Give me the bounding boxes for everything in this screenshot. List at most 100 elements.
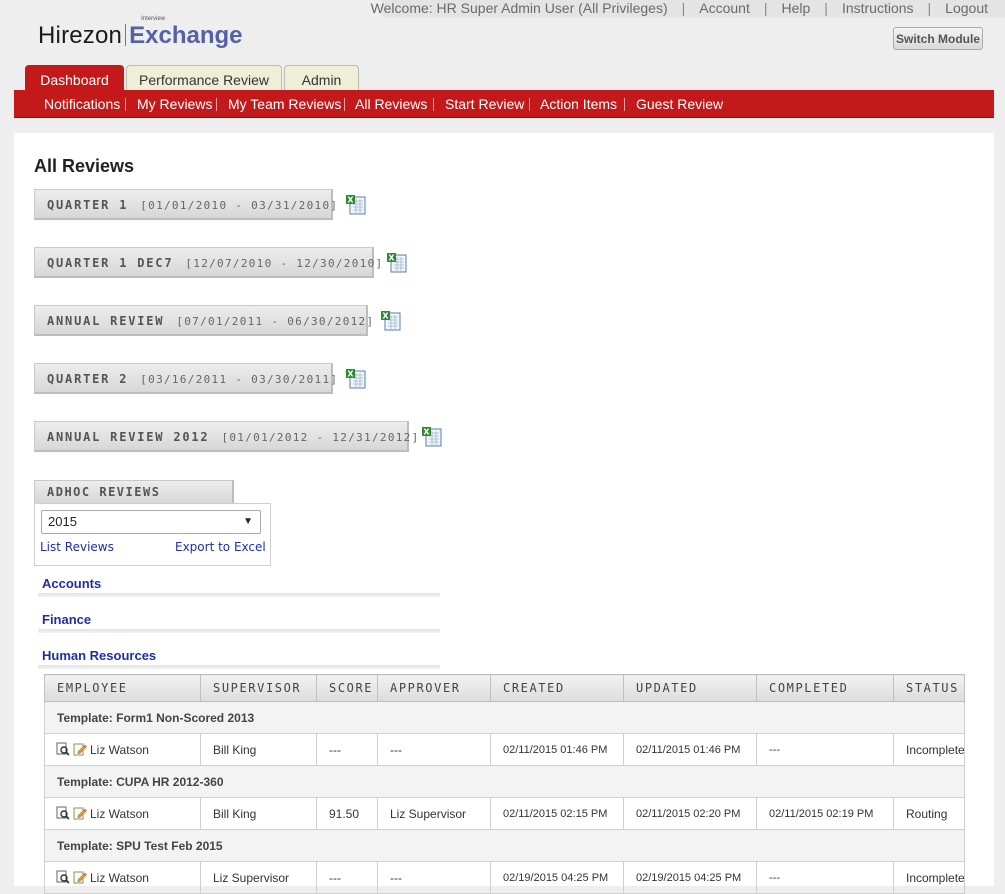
top-utility-bar: Welcome: HR Super Admin User (All Privil… [371,0,1005,18]
nav-my-team-reviews[interactable]: My Team Reviews [228,90,341,117]
review-period-quarter-2[interactable]: QUARTER 2 [03/16/2011 - 03/30/2011] [34,363,337,394]
department-divider [38,629,440,633]
edit-review-icon[interactable] [73,870,87,884]
supervisor-cell: Liz Supervisor [200,861,317,894]
score-cell: 91.50 [316,797,378,830]
period-dates: [01/01/2012 - 12/31/2012] [221,431,420,444]
logo-product-text: Exchange [129,22,243,49]
review-period-quarter-1[interactable]: QUARTER 1 [01/01/2010 - 03/31/2010] [34,189,337,220]
table-header-row: EMPLOYEE SUPERVISOR SCORE APPROVER CREAT… [44,674,965,702]
review-period-annual-review-2012[interactable]: ANNUAL REVIEW 2012 [01/01/2012 - 12/31/20… [34,421,418,452]
logo-superscript: Interview [141,16,166,22]
table-row: Liz Watson Liz Supervisor --- --- 02/19/… [44,861,965,894]
nav-my-reviews[interactable]: My Reviews [137,90,212,117]
template-group-row: Template: SPU Test Feb 2015 [44,829,965,862]
view-review-icon[interactable] [56,870,70,884]
col-status[interactable]: STATUS [893,674,965,702]
period-name: ANNUAL REVIEW [47,314,165,328]
col-completed[interactable]: COMPLETED [756,674,894,702]
period-dates: [07/01/2011 - 06/30/2012] [176,315,375,328]
col-employee[interactable]: EMPLOYEE [44,674,201,702]
edit-review-icon[interactable] [73,742,87,756]
period-dates: [01/01/2010 - 03/31/2010] [140,199,339,212]
help-link[interactable]: Help [782,0,811,17]
excel-export-icon[interactable]: X [345,194,367,215]
completed-cell: --- [756,733,894,766]
top-links: Welcome: HR Super Admin User (All Privil… [371,0,988,18]
svg-text:X: X [347,196,354,205]
svg-text:X: X [347,370,354,379]
nav-action-items[interactable]: Action Items [540,90,617,117]
status-cell: Routing [893,797,965,830]
separator: | [681,0,686,16]
supervisor-cell: Bill King [200,733,317,766]
updated-cell: 02/11/2015 01:46 PM [623,733,757,766]
review-period-annual-review[interactable]: ANNUAL REVIEW [07/01/2011 - 06/30/2012] [34,305,373,336]
separator: | [927,0,932,16]
welcome-text: Welcome: HR Super Admin User (All Privil… [370,0,668,16]
nav-all-reviews[interactable]: All Reviews [355,90,427,117]
nav-notifications[interactable]: Notifications [44,90,120,117]
tab-performance-review[interactable]: Performance Review [126,65,282,90]
created-cell: 02/11/2015 01:46 PM [490,733,624,766]
logo-brand: Hirezon [38,22,123,49]
approver-cell: --- [377,733,491,766]
completed-cell: 02/11/2015 02:19 PM [756,797,894,830]
score-cell: --- [316,733,378,766]
col-supervisor[interactable]: SUPERVISOR [200,674,317,702]
view-review-icon[interactable] [56,742,70,756]
col-approver[interactable]: APPROVER [377,674,491,702]
export-to-excel-link[interactable]: Export to Excel [175,540,266,554]
tab-admin[interactable]: Admin [284,65,359,90]
dropdown-arrow-icon: ▼ [243,516,253,527]
period-name: ANNUAL REVIEW 2012 [47,430,210,444]
excel-export-icon[interactable]: X [380,310,402,331]
department-finance[interactable]: Finance [42,612,91,627]
created-cell: 02/11/2015 02:15 PM [490,797,624,830]
excel-export-icon[interactable]: X [345,368,367,389]
app-logo: Hirezon Interview Exchange [38,16,243,50]
col-updated[interactable]: UPDATED [623,674,757,702]
edit-review-icon[interactable] [73,806,87,820]
period-dates: [12/07/2010 - 12/30/2010] [185,257,384,270]
tab-dashboard[interactable]: Dashboard [25,65,124,90]
logout-link[interactable]: Logout [945,0,988,17]
svg-text:X: X [382,312,389,321]
instructions-link[interactable]: Instructions [842,0,914,17]
logo-divider [125,24,127,46]
template-group-row: Template: CUPA HR 2012-360 [44,765,965,798]
department-human-resources[interactable]: Human Resources [42,648,156,663]
nav-guest-review[interactable]: Guest Review [636,90,723,117]
department-divider [38,665,440,669]
page-title: All Reviews [34,156,135,176]
employee-name[interactable]: Liz Watson [90,807,149,821]
sub-navigation: Notifications My Reviews My Team Reviews… [14,90,994,118]
employee-name[interactable]: Liz Watson [90,743,149,757]
view-review-icon[interactable] [56,806,70,820]
review-period-quarter-1-dec7[interactable]: QUARTER 1 DEC7 [12/07/2010 - 12/30/2010] [34,247,382,278]
svg-text:X: X [423,428,430,437]
excel-export-icon[interactable]: X [386,252,408,273]
template-name: Template: CUPA HR 2012-360 [44,765,965,798]
adhoc-reviews-tab: ADHOC REVIEWS [34,480,234,503]
col-created[interactable]: CREATED [490,674,624,702]
completed-cell: --- [756,861,894,894]
period-name: QUARTER 2 [47,372,129,386]
period-name: QUARTER 1 [47,198,129,212]
year-select[interactable]: 2015 ▼ [41,510,261,534]
adhoc-reviews-box: 2015 ▼ List Reviews Export to Excel [34,503,271,566]
switch-module-button[interactable]: Switch Module [893,27,983,50]
approver-cell: Liz Supervisor [377,797,491,830]
employee-cell: Liz Watson [44,861,201,894]
table-row: Liz Watson Bill King 91.50 Liz Superviso… [44,797,965,830]
score-cell: --- [316,861,378,894]
employee-name[interactable]: Liz Watson [90,871,149,885]
col-score[interactable]: SCORE [316,674,378,702]
excel-export-icon[interactable]: X [421,426,443,447]
employee-cell: Liz Watson [44,797,201,830]
list-reviews-link[interactable]: List Reviews [40,540,114,554]
department-accounts[interactable]: Accounts [42,576,101,591]
nav-start-review[interactable]: Start Review [445,90,524,117]
template-name: Template: Form1 Non-Scored 2013 [44,701,965,734]
account-link[interactable]: Account [699,0,750,17]
